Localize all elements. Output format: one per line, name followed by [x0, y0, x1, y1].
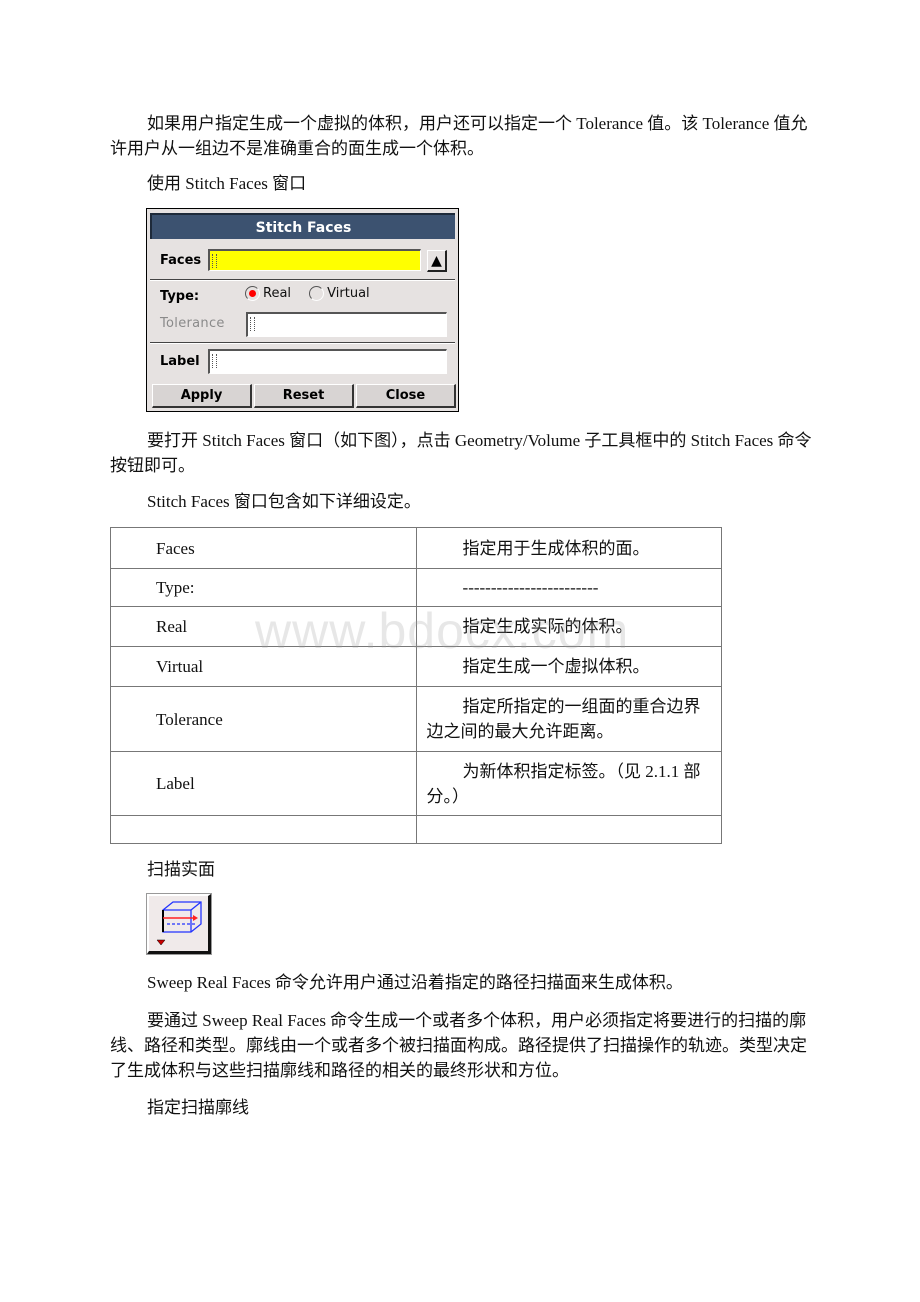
faces-label: Faces	[160, 253, 202, 268]
section-heading-sweep: 扫描实面	[147, 860, 215, 879]
apply-button[interactable]: Apply	[152, 384, 252, 408]
table-cell-name: Label	[110, 751, 417, 816]
type-label: Type:	[160, 289, 200, 304]
intro-paragraph: 如果用户指定生成一个虚拟的体积，用户还可以指定一个 Tolerance 值。该 …	[110, 114, 808, 158]
close-button[interactable]: Close	[356, 384, 456, 408]
table-cell-desc: 指定生成实际的体积。	[415, 606, 723, 647]
radio-virtual[interactable]	[309, 286, 325, 301]
settings-intro-paragraph: Stitch Faces 窗口包含如下详细设定。	[147, 492, 421, 511]
section-heading-profile: 指定扫描廓线	[147, 1098, 249, 1117]
table-row: Tolerance 指定所指定的一组面的重合边界边之间的最大允许距离。	[110, 686, 723, 752]
sweep-real-faces-icon	[156, 901, 202, 946]
separator	[150, 279, 455, 281]
settings-table: Faces 指定用于生成体积的面。 Type: ----------------…	[110, 527, 723, 844]
section-heading-stitch-window: 使用 Stitch Faces 窗口	[147, 174, 307, 193]
table-cell-desc: 指定用于生成体积的面。	[415, 527, 723, 569]
arrow-up-icon: ▲	[431, 253, 442, 269]
radio-virtual-label: Virtual	[327, 286, 370, 301]
radio-real[interactable]	[245, 286, 260, 301]
table-cell-desc	[415, 815, 723, 844]
table-cell-desc: 指定所指定的一组面的重合边界边之间的最大允许距离。	[415, 686, 723, 752]
table-cell-name: Virtual	[110, 646, 417, 687]
table-cell-desc: 指定生成一个虚拟体积。	[415, 646, 723, 687]
table-cell-name: Faces	[110, 527, 417, 569]
text-caret	[212, 254, 217, 268]
dialog-title: Stitch Faces	[150, 213, 455, 239]
radio-real-label: Real	[263, 286, 292, 301]
table-cell-name	[110, 815, 417, 844]
text-caret	[250, 317, 255, 331]
faces-input[interactable]	[208, 249, 421, 271]
table-row: Virtual 指定生成一个虚拟体积。	[110, 646, 723, 687]
text-caret	[212, 354, 217, 368]
table-row: Faces 指定用于生成体积的面。	[110, 527, 723, 569]
table-row: Real 指定生成实际的体积。	[110, 606, 723, 647]
reset-button[interactable]: Reset	[254, 384, 354, 408]
type-radio-group: Real Virtual	[245, 286, 384, 301]
table-cell-name: Real	[110, 606, 417, 647]
table-cell-name: Tolerance	[110, 686, 417, 752]
table-row: Label 为新体积指定标签。（见 2.1.1 部分。）	[110, 751, 723, 816]
sweep-real-faces-button[interactable]	[146, 893, 212, 955]
sweep-description-paragraph: Sweep Real Faces 命令允许用户通过沿着指定的路径扫描面来生成体积…	[147, 973, 683, 992]
table-row	[110, 815, 723, 844]
table-cell-desc: ------------------------	[415, 568, 723, 607]
label-label: Label	[160, 354, 200, 369]
select-faces-button[interactable]: ▲	[427, 250, 447, 272]
table-row: Type: ------------------------	[110, 568, 723, 607]
table-cell-name: Type:	[110, 568, 417, 607]
table-cell-desc: 为新体积指定标签。（见 2.1.1 部分。）	[415, 751, 723, 816]
label-input[interactable]	[208, 349, 447, 374]
sweep-details-paragraph: 要通过 Sweep Real Faces 命令生成一个或者多个体积，用户必须指定…	[110, 1011, 807, 1080]
open-window-paragraph: 要打开 Stitch Faces 窗口（如下图），点击 Geometry/Vol…	[110, 431, 812, 475]
separator	[150, 342, 455, 344]
stitch-faces-dialog: Stitch Faces Faces ▲ Type: Real Virtual …	[146, 208, 459, 412]
tolerance-label: Tolerance	[160, 316, 225, 331]
tolerance-input[interactable]	[246, 312, 447, 337]
